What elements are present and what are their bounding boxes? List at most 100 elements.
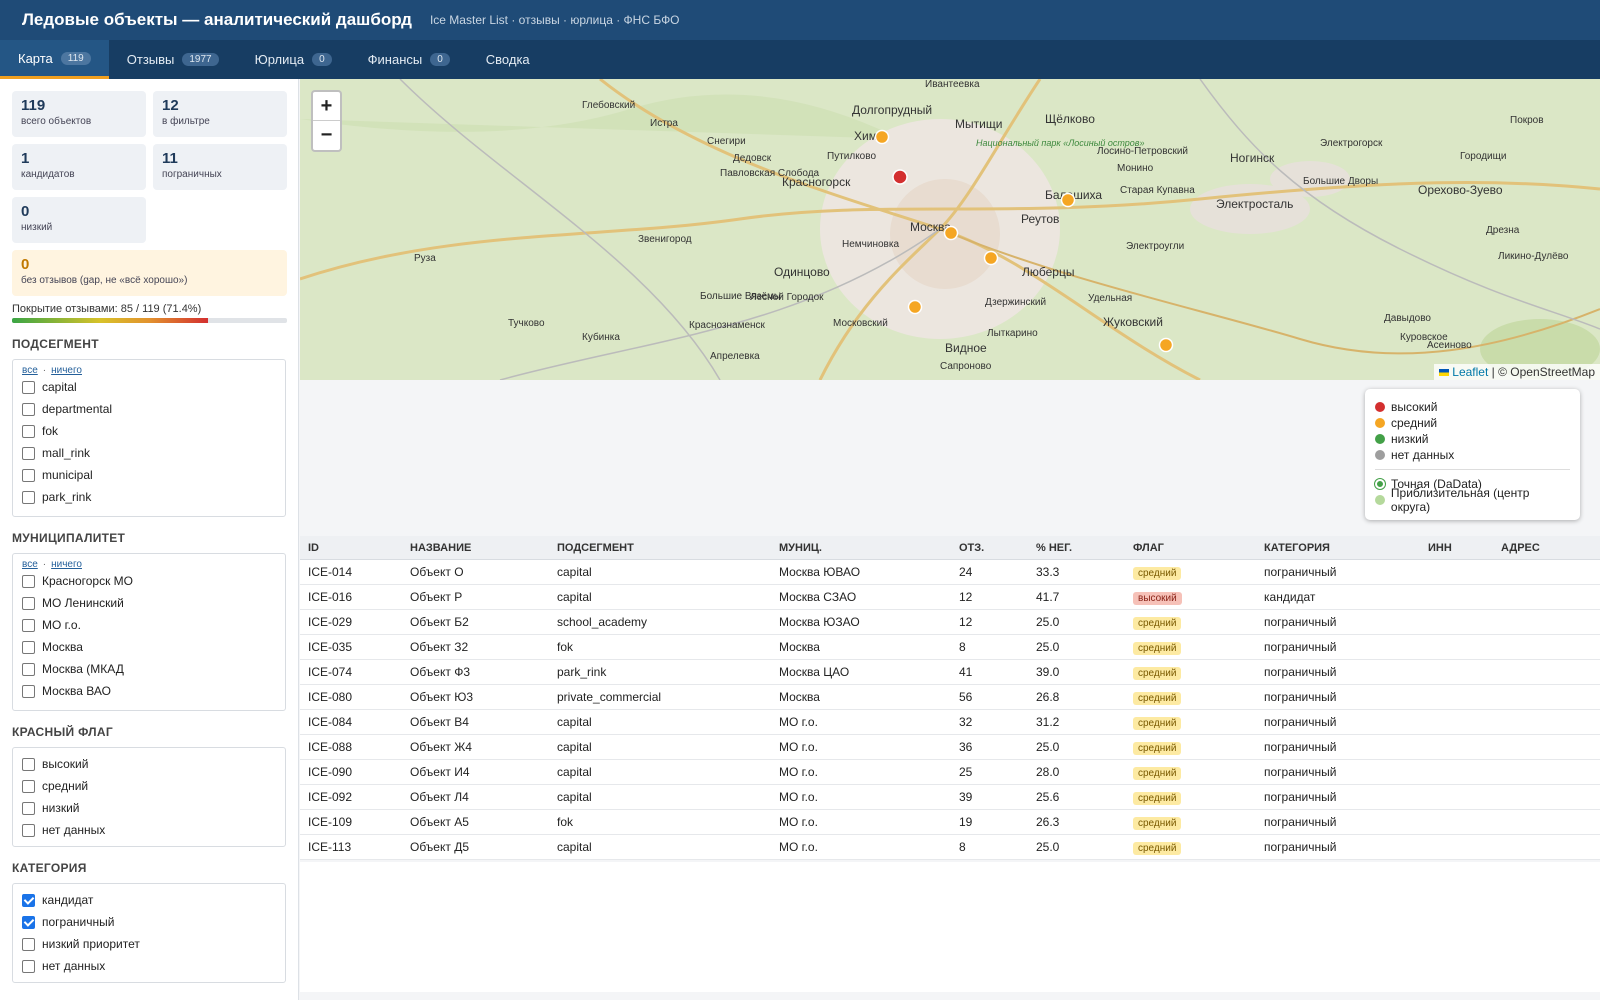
table-cell: Объект И4 <box>410 765 470 779</box>
select-none-link[interactable]: ничего <box>51 365 82 376</box>
checkbox[interactable] <box>22 640 35 654</box>
map-place-label: Красногорск <box>782 175 851 189</box>
filter-option[interactable]: МО г.о. <box>22 614 276 636</box>
leaflet-link[interactable]: Leaflet <box>1452 365 1488 379</box>
map-marker[interactable] <box>907 299 923 315</box>
filter-box-municipality[interactable]: все · ничего Красногорск МО МО Ленинский МО … <box>12 553 286 711</box>
table-row[interactable]: ICE-074 Объект Ф3 park_rink Москва ЦАО 41 39.… <box>300 660 1600 685</box>
checkbox[interactable] <box>22 779 35 793</box>
filter-option-label: пограничный <box>42 915 115 929</box>
filter-option[interactable]: кандидат <box>22 889 276 911</box>
checkbox[interactable] <box>22 574 35 588</box>
column-header[interactable]: КАТЕГОРИЯ <box>1264 542 1428 554</box>
column-header[interactable]: ПОДСЕГМЕНТ <box>557 542 779 554</box>
filter-option[interactable]: средний <box>22 775 276 797</box>
checkbox[interactable] <box>22 468 35 482</box>
table-cell: 26.3 <box>1036 815 1060 829</box>
filter-option[interactable]: fok <box>22 420 276 442</box>
table-row[interactable]: ICE-090 Объект И4 capital МО г.о. 25 28.0 сред… <box>300 760 1600 785</box>
zoom-in-button[interactable]: + <box>313 92 340 121</box>
filter-option[interactable]: Москва <box>22 636 276 658</box>
column-header[interactable]: % НЕГ. <box>1036 542 1133 554</box>
table-cell: 28.0 <box>1036 765 1060 779</box>
checkbox[interactable] <box>22 380 35 394</box>
select-none-link[interactable]: ничего <box>51 559 82 570</box>
select-all-link[interactable]: все <box>22 559 38 570</box>
column-header[interactable]: ФЛАГ <box>1133 542 1264 554</box>
filter-option[interactable]: нет данных <box>22 955 276 977</box>
filter-option-label: низкий <box>42 801 80 815</box>
filter-option[interactable]: Москва (МКАД <box>22 658 276 680</box>
filter-option[interactable]: низкий <box>22 797 276 819</box>
map-place-label: Дрезна <box>1486 225 1520 236</box>
tab-reviews[interactable]: Отзывы 1977 <box>109 40 237 79</box>
checkbox[interactable] <box>22 490 35 504</box>
zoom-out-button[interactable]: − <box>313 121 340 150</box>
select-all-link[interactable]: все <box>22 365 38 376</box>
filter-box-subsegment[interactable]: все · ничего capital departmental fok mall_ri… <box>12 359 286 517</box>
table-row[interactable]: ICE-113 Объект Д5 capital МО г.о. 8 25.0 средн… <box>300 835 1600 860</box>
checkbox[interactable] <box>22 959 35 973</box>
table-row[interactable]: ICE-035 Объект З2 fok Москва 8 25.0 средний пог… <box>300 635 1600 660</box>
filter-option[interactable]: Москва ВАО <box>22 680 276 702</box>
table-row[interactable]: ICE-084 Объект В4 capital МО г.о. 32 31.2 сред… <box>300 710 1600 735</box>
table-row[interactable]: ICE-016 Объект Р capital Москва СЗАО 12 41.7 в… <box>300 585 1600 610</box>
filter-option[interactable]: municipal <box>22 464 276 486</box>
map-marker[interactable] <box>1158 337 1174 353</box>
table-row[interactable]: ICE-029 Объект Б2 school_academy Москва ЮЗА… <box>300 610 1600 635</box>
checkbox[interactable] <box>22 823 35 837</box>
map-marker[interactable] <box>892 169 908 185</box>
checkbox[interactable] <box>22 424 35 438</box>
tab-map[interactable]: Карта 119 <box>0 40 109 79</box>
column-header[interactable]: АДРЕС <box>1501 542 1600 554</box>
checkbox[interactable] <box>22 915 35 929</box>
map-view[interactable]: Ивантеевка Глебовский Долгопрудный Мытищи Щё… <box>300 79 1600 380</box>
tab-summary[interactable]: Сводка <box>468 40 548 79</box>
table-cell: capital <box>557 765 592 779</box>
filter-option[interactable]: departmental <box>22 398 276 420</box>
table-row[interactable]: ICE-092 Объект Л4 capital МО г.о. 39 25.6 сред… <box>300 785 1600 810</box>
map-tiles[interactable]: Ивантеевка Глебовский Долгопрудный Мытищи Щё… <box>300 79 1600 380</box>
table-row[interactable]: ICE-109 Объект А5 fok МО г.о. 19 26.3 средний п… <box>300 810 1600 835</box>
stat-filtered: 12 в фильтре <box>153 91 287 137</box>
column-header[interactable]: МУНИЦ. <box>779 542 959 554</box>
checkbox[interactable] <box>22 446 35 460</box>
column-header[interactable]: ОТЗ. <box>959 542 1036 554</box>
map-marker[interactable] <box>1060 192 1076 208</box>
filter-option[interactable]: МО Ленинский <box>22 592 276 614</box>
filter-option[interactable]: высокий <box>22 753 276 775</box>
checkbox[interactable] <box>22 893 35 907</box>
table-row[interactable]: ICE-014 Объект О capital Москва ЮВАО 24 33.3 с… <box>300 560 1600 585</box>
map-marker[interactable] <box>943 225 959 241</box>
tab-legal-entities[interactable]: Юрлица 0 <box>237 40 350 79</box>
ukraine-flag-icon <box>1439 369 1450 376</box>
checkbox[interactable] <box>22 684 35 698</box>
filter-option[interactable]: park_rink <box>22 486 276 508</box>
filter-option[interactable]: низкий приоритет <box>22 933 276 955</box>
table-row[interactable]: ICE-088 Объект Ж4 capital МО г.о. 36 25.0 сред… <box>300 735 1600 760</box>
filter-option[interactable]: capital <box>22 376 276 398</box>
map-marker[interactable] <box>983 250 999 266</box>
map-marker[interactable] <box>874 129 890 145</box>
table-cell: средний <box>1133 765 1264 780</box>
filter-option[interactable]: mall_rink <box>22 442 276 464</box>
table-row[interactable]: ICE-080 Объект Ю3 private_commercial Москва… <box>300 685 1600 710</box>
table-cell: ICE-113 <box>308 840 352 854</box>
filter-option[interactable]: Красногорск МО <box>22 570 276 592</box>
checkbox[interactable] <box>22 402 35 416</box>
checkbox[interactable] <box>22 801 35 815</box>
column-header[interactable]: НАЗВАНИЕ <box>410 542 557 554</box>
filter-option[interactable]: нет данных <box>22 819 276 841</box>
checkbox[interactable] <box>22 618 35 632</box>
checkbox[interactable] <box>22 757 35 771</box>
legend-color-dot <box>1375 450 1385 460</box>
column-header[interactable]: ИНН <box>1428 542 1501 554</box>
tab-finance[interactable]: Финансы 0 <box>350 40 468 79</box>
checkbox[interactable] <box>22 662 35 676</box>
checkbox[interactable] <box>22 596 35 610</box>
checkbox[interactable] <box>22 937 35 951</box>
filter-option[interactable]: пограничный <box>22 911 276 933</box>
column-header[interactable]: ID <box>300 542 410 554</box>
filter-box-category[interactable]: кандидат пограничный низкий приоритет нет д… <box>12 883 286 983</box>
filter-box-redflag[interactable]: высокий средний низкий нет данных <box>12 747 286 847</box>
